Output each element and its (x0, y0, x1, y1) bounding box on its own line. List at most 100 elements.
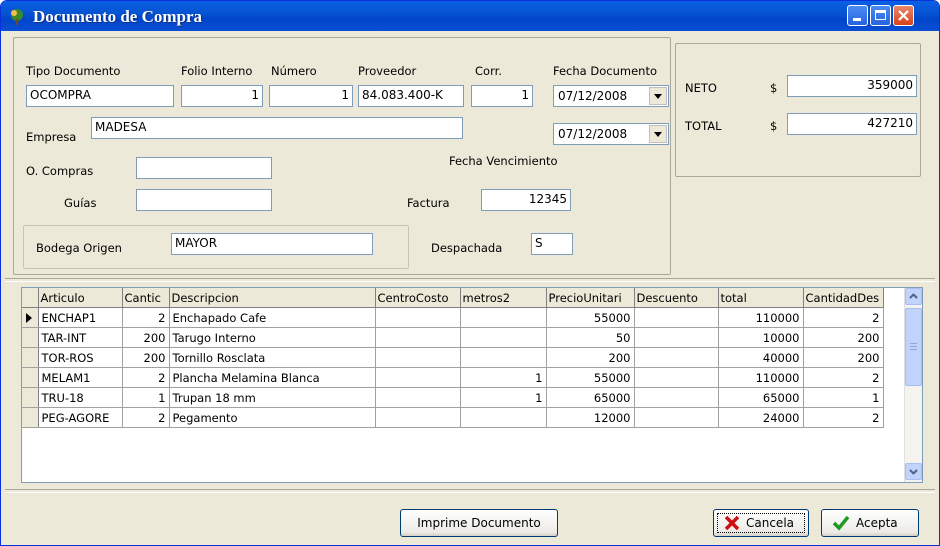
corr-field[interactable]: 1 (471, 85, 533, 107)
row-indicator[interactable] (22, 387, 39, 408)
table-row[interactable]: TAR-INT 200 Tarugo Interno 50 10000 200 (22, 327, 884, 348)
cell-descuento[interactable] (634, 387, 719, 408)
table-row[interactable]: ENCHAP1 2 Enchapado Cafe 55000 110000 2 (22, 307, 884, 328)
cell-cantidad[interactable]: 200 (122, 327, 170, 348)
cell-cantidad[interactable]: 2 (122, 407, 170, 428)
cell-preciounitario[interactable]: 65000 (546, 387, 635, 408)
cell-metros2[interactable] (460, 327, 547, 348)
guias-field[interactable] (136, 189, 272, 211)
column-header[interactable]: Cantic (122, 288, 170, 308)
cell-articulo[interactable]: PEG-AGORE (38, 407, 123, 428)
cell-total[interactable]: 65000 (718, 387, 804, 408)
cell-metros2[interactable] (460, 307, 547, 328)
column-header[interactable]: Descripcion (169, 288, 376, 308)
items-grid[interactable]: Articulo Cantic Descripcion CentroCosto … (21, 287, 923, 483)
cell-cantidad[interactable]: 1 (122, 387, 170, 408)
cell-descripcion[interactable]: Tarugo Interno (169, 327, 376, 348)
cell-cantidaddes[interactable]: 1 (803, 387, 884, 408)
cell-descuento[interactable] (634, 347, 719, 368)
cell-preciounitario[interactable]: 12000 (546, 407, 635, 428)
column-header[interactable]: CantidadDes (803, 288, 884, 308)
row-indicator[interactable] (22, 347, 39, 368)
row-indicator[interactable] (22, 307, 39, 328)
maximize-button[interactable] (870, 5, 891, 26)
cell-descripcion[interactable]: Trupan 18 mm (169, 387, 376, 408)
cell-cantidad[interactable]: 2 (122, 367, 170, 388)
chevron-down-icon[interactable] (649, 87, 667, 105)
cell-cantidad[interactable]: 200 (122, 347, 170, 368)
column-header[interactable]: CentroCosto (375, 288, 461, 308)
folio-interno-field[interactable]: 1 (181, 85, 263, 107)
cell-total[interactable]: 10000 (718, 327, 804, 348)
cell-preciounitario[interactable]: 55000 (546, 307, 635, 328)
minimize-button[interactable] (847, 5, 868, 26)
despachada-field[interactable]: S (531, 233, 573, 255)
cell-total[interactable]: 110000 (718, 367, 804, 388)
cell-cantidad[interactable]: 2 (122, 307, 170, 328)
close-button[interactable] (893, 5, 914, 26)
cell-cantidaddes[interactable]: 2 (803, 407, 884, 428)
cell-articulo[interactable]: ENCHAP1 (38, 307, 123, 328)
cell-cantidaddes[interactable]: 200 (803, 327, 884, 348)
cell-descripcion[interactable]: Pegamento (169, 407, 376, 428)
total-field[interactable]: 427210 (787, 113, 917, 135)
cell-descuento[interactable] (634, 327, 719, 348)
table-row[interactable]: MELAM1 2 Plancha Melamina Blanca 1 55000… (22, 367, 884, 388)
cell-centrocosto[interactable] (375, 327, 461, 348)
cell-centrocosto[interactable] (375, 407, 461, 428)
cell-metros2[interactable]: 1 (460, 387, 547, 408)
row-indicator[interactable] (22, 367, 39, 388)
cell-articulo[interactable]: TAR-INT (38, 327, 123, 348)
bodega-origen-field[interactable]: MAYOR (171, 233, 373, 255)
cell-preciounitario[interactable]: 55000 (546, 367, 635, 388)
table-row[interactable]: PEG-AGORE 2 Pegamento 12000 24000 2 (22, 407, 884, 428)
scroll-up-button[interactable] (905, 288, 922, 305)
factura-field[interactable]: 12345 (481, 189, 571, 211)
cell-total[interactable]: 40000 (718, 347, 804, 368)
column-header[interactable]: metros2 (460, 288, 547, 308)
cell-centrocosto[interactable] (375, 307, 461, 328)
scroll-thumb[interactable] (905, 308, 922, 386)
cell-descuento[interactable] (634, 307, 719, 328)
cell-total[interactable]: 110000 (718, 307, 804, 328)
cell-articulo[interactable]: TRU-18 (38, 387, 123, 408)
empresa-field[interactable]: MADESA (91, 117, 463, 139)
row-indicator[interactable] (22, 327, 39, 348)
cell-descripcion[interactable]: Tornillo Rosclata (169, 347, 376, 368)
o-compras-field[interactable] (136, 157, 272, 179)
fecha-vencimiento-select[interactable]: 07/12/2008 (553, 123, 669, 145)
cell-centrocosto[interactable] (375, 367, 461, 388)
neto-field[interactable]: 359000 (787, 75, 917, 97)
column-header[interactable]: Descuento (634, 288, 719, 308)
title-bar[interactable]: Documento de Compra (1, 1, 939, 31)
table-row[interactable]: TOR-ROS 200 Tornillo Rosclata 200 40000 … (22, 347, 884, 368)
tipo-documento-field[interactable]: OCOMPRA (26, 85, 174, 107)
cell-descripcion[interactable]: Enchapado Cafe (169, 307, 376, 328)
vertical-scrollbar[interactable] (904, 288, 922, 482)
cell-preciounitario[interactable]: 50 (546, 327, 635, 348)
acepta-button[interactable]: Acepta (821, 509, 919, 537)
cancela-button[interactable]: Cancela (713, 509, 809, 537)
cell-articulo[interactable]: MELAM1 (38, 367, 123, 388)
cell-descuento[interactable] (634, 407, 719, 428)
column-header[interactable]: PrecioUnitari (546, 288, 635, 308)
cell-total[interactable]: 24000 (718, 407, 804, 428)
cell-articulo[interactable]: TOR-ROS (38, 347, 123, 368)
numero-field[interactable]: 1 (269, 85, 353, 107)
cell-centrocosto[interactable] (375, 387, 461, 408)
cell-descuento[interactable] (634, 367, 719, 388)
imprime-documento-button[interactable]: Imprime Documento (400, 509, 558, 537)
cell-cantidaddes[interactable]: 2 (803, 307, 884, 328)
chevron-down-icon[interactable] (649, 125, 667, 143)
cell-cantidaddes[interactable]: 2 (803, 367, 884, 388)
fecha-documento-select[interactable]: 07/12/2008 (553, 85, 669, 107)
table-row[interactable]: TRU-18 1 Trupan 18 mm 1 65000 65000 1 (22, 387, 884, 408)
column-header[interactable]: total (718, 288, 804, 308)
proveedor-field[interactable]: 84.083.400-K (358, 85, 464, 107)
cell-preciounitario[interactable]: 200 (546, 347, 635, 368)
column-header[interactable]: Articulo (38, 288, 123, 308)
cell-metros2[interactable] (460, 407, 547, 428)
cell-cantidaddes[interactable]: 200 (803, 347, 884, 368)
cell-centrocosto[interactable] (375, 347, 461, 368)
scroll-down-button[interactable] (905, 463, 922, 480)
